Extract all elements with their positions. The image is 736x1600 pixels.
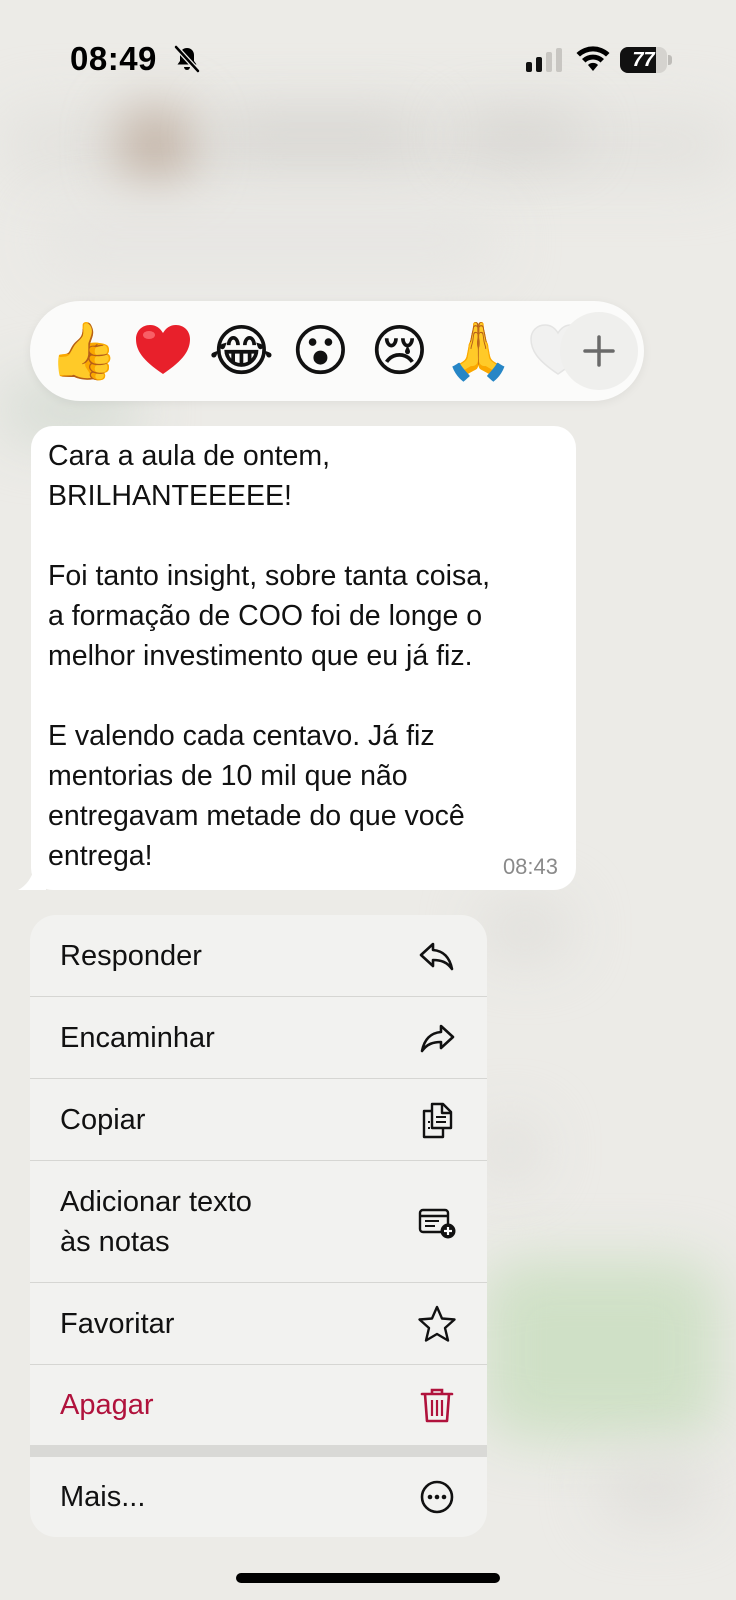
copy-icon <box>422 1102 453 1138</box>
menu-item-star[interactable]: Favoritar <box>30 1283 487 1365</box>
home-indicator[interactable] <box>236 1573 500 1583</box>
cellular-signal-icon <box>526 48 562 72</box>
status-bar: 08:49 77 <box>0 0 736 120</box>
more-reactions-button[interactable] <box>560 312 638 390</box>
wifi-icon <box>576 46 610 71</box>
message-context-menu: Responder Encaminhar Copiar Adicionar te… <box>30 915 487 1537</box>
menu-item-label: Apagar <box>60 1389 154 1421</box>
menu-item-add-to-notes[interactable]: Adicionar texto às notas <box>30 1161 487 1283</box>
reaction-tears-of-joy[interactable]: 😂 <box>202 312 281 391</box>
trash-icon <box>420 1388 454 1423</box>
reply-icon <box>419 942 454 970</box>
reaction-folded-hands[interactable]: 🙏 <box>439 312 518 391</box>
reaction-crying[interactable]: 😢 <box>360 312 439 391</box>
bell-muted-icon <box>174 45 200 73</box>
menu-item-label: Encaminhar <box>60 1021 215 1054</box>
reaction-red-heart[interactable] <box>123 312 202 391</box>
menu-separator <box>30 1445 487 1457</box>
menu-item-label: Mais... <box>60 1481 146 1513</box>
menu-item-copy[interactable]: Copiar <box>30 1079 487 1161</box>
red-heart-icon <box>135 325 190 374</box>
message-bubble[interactable]: Cara a aula de ontem, BRILHANTEEEEE! Foi… <box>31 426 576 890</box>
star-icon <box>418 1305 456 1342</box>
message-timestamp: 08:43 <box>502 854 558 879</box>
menu-item-more[interactable]: Mais... <box>30 1457 487 1537</box>
reaction-surprised[interactable]: 😮 <box>281 312 360 391</box>
reaction-thumbs-up[interactable]: 👍 <box>44 312 123 391</box>
battery-indicator: 77 <box>620 47 672 73</box>
battery-percent: 77 <box>632 49 655 71</box>
add-note-icon <box>418 1208 456 1238</box>
menu-item-label: Favoritar <box>60 1307 175 1340</box>
menu-item-label: Adicionar texto às notas <box>60 1185 252 1258</box>
more-icon <box>420 1480 454 1514</box>
status-time: 08:49 <box>70 40 157 77</box>
menu-item-label: Copiar <box>60 1103 146 1136</box>
message-text: Cara a aula de ontem, BRILHANTEEEEE! Foi… <box>48 440 491 872</box>
menu-item-delete[interactable]: Apagar <box>30 1365 487 1445</box>
reaction-picker: 👍 😂 😮 😢 🙏 <box>30 301 644 401</box>
menu-item-forward[interactable]: Encaminhar <box>30 997 487 1079</box>
menu-item-label: Responder <box>60 939 202 972</box>
menu-item-reply[interactable]: Responder <box>30 915 487 997</box>
plus-icon <box>583 335 615 367</box>
forward-icon <box>420 1024 455 1052</box>
